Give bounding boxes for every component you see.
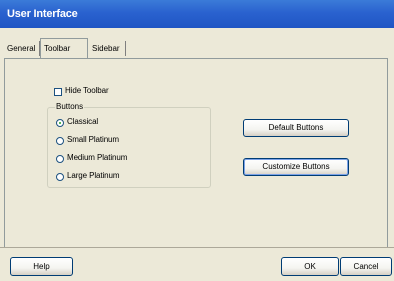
tab-toolbar-label: Toolbar (44, 44, 71, 53)
hide-toolbar-label[interactable]: Hide Toolbar (65, 86, 109, 95)
help-label: Help (33, 262, 50, 271)
dialog-top-spacer (0, 28, 394, 35)
window-title: User Interface (7, 8, 78, 20)
ok-button[interactable]: OK (281, 257, 339, 276)
customize-buttons-button[interactable]: Customize Buttons (243, 158, 349, 176)
tab-general-label: General (7, 44, 36, 53)
tab-toolbar[interactable]: Toolbar (40, 38, 88, 58)
dialog-window: User Interface General Toolbar Sidebar H… (0, 0, 394, 281)
radio-classical-label[interactable]: Classical (67, 117, 98, 126)
tab-strip: General Toolbar Sidebar (0, 36, 394, 59)
radio-small-platinum[interactable] (56, 137, 64, 145)
radio-medium-platinum[interactable] (56, 155, 64, 163)
radio-large-platinum[interactable] (56, 173, 64, 181)
radio-large-platinum-label[interactable]: Large Platinum (67, 171, 120, 180)
buttons-group-title: Buttons (55, 102, 85, 111)
footer-divider (0, 247, 394, 248)
default-buttons-label: Default Buttons (268, 123, 324, 132)
customize-buttons-label: Customize Buttons (262, 162, 330, 171)
default-buttons-button[interactable]: Default Buttons (243, 119, 349, 137)
radio-medium-platinum-label[interactable]: Medium Platinum (67, 153, 127, 162)
tab-sidebar[interactable]: Sidebar (89, 40, 123, 57)
tab-separator (125, 41, 126, 56)
hide-toolbar-checkbox[interactable] (54, 88, 62, 96)
cancel-button[interactable]: Cancel (340, 257, 392, 276)
cancel-label: Cancel (353, 262, 379, 271)
help-button[interactable]: Help (10, 257, 73, 276)
tab-sidebar-label: Sidebar (92, 44, 120, 53)
radio-classical[interactable] (56, 119, 64, 127)
radio-small-platinum-label[interactable]: Small Platinum (67, 135, 119, 144)
title-bar[interactable]: User Interface (0, 0, 394, 28)
tab-general[interactable]: General (4, 40, 39, 57)
ok-label: OK (304, 262, 316, 271)
